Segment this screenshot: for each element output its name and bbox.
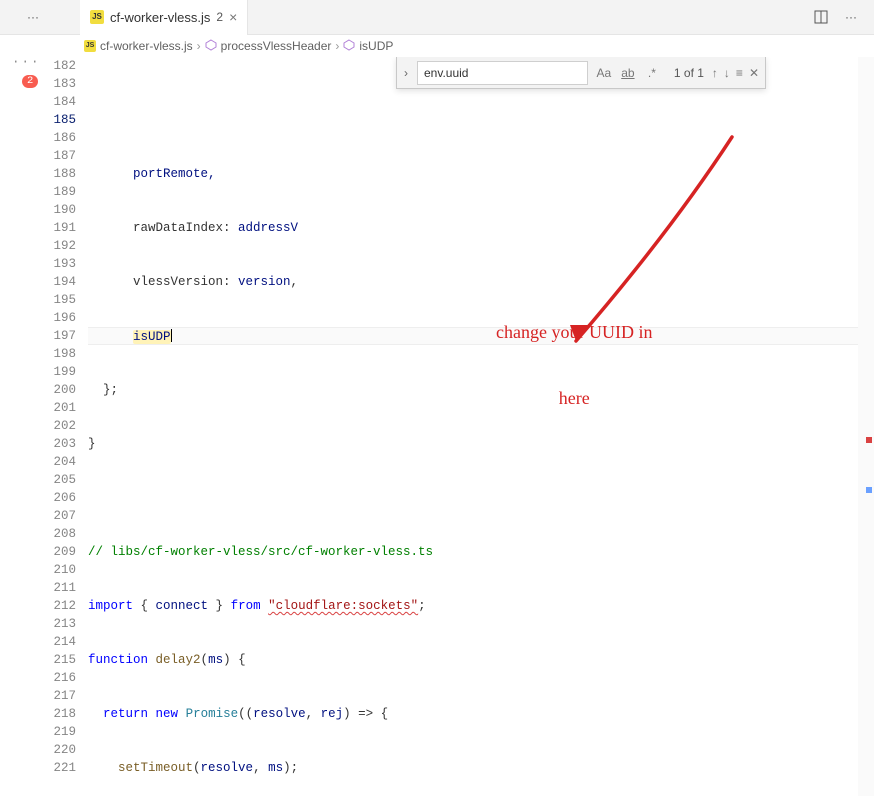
line-number[interactable]: 183 [40,75,76,93]
text-caret [171,329,172,342]
tab-dirty-count: 2 [216,10,223,24]
line-number[interactable]: 201 [40,399,76,417]
split-editor-icon[interactable] [810,6,832,28]
find-next-icon[interactable]: ↓ [724,64,730,82]
line-number[interactable]: 215 [40,651,76,669]
line-number[interactable]: 194 [40,273,76,291]
chevron-right-icon: › [197,39,201,53]
line-number[interactable]: 209 [40,543,76,561]
editor[interactable]: ··· 2 1821831841851861871881891901911921… [0,57,874,796]
line-number[interactable]: 210 [40,561,76,579]
line-number[interactable]: 218 [40,705,76,723]
line-number[interactable]: 184 [40,93,76,111]
tab-file-name: cf-worker-vless.js [110,10,210,25]
overview-ruler[interactable] [858,57,874,796]
line-number[interactable]: 207 [40,507,76,525]
annotation-overlay: change your UUID in here [496,211,652,497]
line-number[interactable]: 212 [40,597,76,615]
line-number-gutter: 1821831841851861871881891901911921931941… [40,57,88,796]
breadcrumb-file[interactable]: cf-worker-vless.js [100,39,193,53]
breadcrumb-symbol-1[interactable]: processVlessHeader [221,39,332,53]
breadcrumb[interactable]: cf-worker-vless.js › processVlessHeader … [0,35,874,57]
find-match-word[interactable]: ab [618,64,638,82]
code-line[interactable] [88,489,874,507]
line-number[interactable]: 219 [40,723,76,741]
line-number[interactable]: 211 [40,579,76,597]
line-number[interactable]: 214 [40,633,76,651]
error-badge[interactable]: 2 [22,75,38,88]
overview-info-marker[interactable] [866,487,872,493]
line-number[interactable]: 213 [40,615,76,633]
code-line[interactable]: } [88,435,874,453]
line-number[interactable]: 204 [40,453,76,471]
js-file-icon [84,40,96,52]
line-number[interactable]: 200 [40,381,76,399]
find-match-case[interactable]: Aa [594,64,614,82]
code-line[interactable]: portRemote, [88,165,874,183]
chevron-right-icon: › [335,39,339,53]
line-number[interactable]: 197 [40,327,76,345]
line-number[interactable]: 186 [40,129,76,147]
line-number[interactable]: 185 [40,111,76,129]
line-number[interactable]: 202 [40,417,76,435]
overview-error-marker[interactable] [866,437,872,443]
line-number[interactable]: 188 [40,165,76,183]
breadcrumb-symbol-2[interactable]: isUDP [359,39,393,53]
code-line[interactable]: rawDataIndex: addressV [88,219,874,237]
line-number[interactable]: 187 [40,147,76,165]
line-number[interactable]: 198 [40,345,76,363]
find-input[interactable]: env.uuid [417,61,588,85]
line-number[interactable]: 190 [40,201,76,219]
method-icon [205,39,217,54]
code-line[interactable]: // libs/cf-worker-vless/src/cf-worker-vl… [88,543,874,561]
find-widget: › env.uuid Aa ab .* 1 of 1 ↑ ↓ ≡ ✕ [396,57,766,89]
line-number[interactable]: 191 [40,219,76,237]
line-number[interactable]: 193 [40,255,76,273]
line-number[interactable]: 217 [40,687,76,705]
line-number[interactable]: 216 [40,669,76,687]
line-number[interactable]: 199 [40,363,76,381]
line-number[interactable]: 208 [40,525,76,543]
line-number[interactable]: 195 [40,291,76,309]
find-regex[interactable]: .* [642,64,662,82]
line-number[interactable]: 205 [40,471,76,489]
code-line[interactable]: vlessVersion: version, [88,273,874,291]
code-line[interactable]: function delay2(ms) { [88,651,874,669]
tab-overflow-icon[interactable]: ··· [22,6,44,28]
method-icon [343,39,355,54]
js-file-icon [90,10,104,24]
line-number[interactable]: 221 [40,759,76,777]
find-close-icon[interactable]: ✕ [749,64,759,82]
find-prev-icon[interactable]: ↑ [712,64,718,82]
line-number[interactable]: 189 [40,183,76,201]
line-number[interactable]: 206 [40,489,76,507]
tab-active[interactable]: cf-worker-vless.js 2 × [80,0,248,35]
find-count: 1 of 1 [674,64,704,82]
tab-strip: ··· cf-worker-vless.js 2 × ··· [0,0,874,35]
overflow-icon[interactable]: ··· [12,53,41,71]
code-line[interactable]: setTimeout(resolve, ms); [88,759,874,777]
find-filter-icon[interactable]: ≡ [736,64,743,82]
line-number[interactable]: 192 [40,237,76,255]
code-line-current[interactable]: isUDP [88,327,874,345]
line-number[interactable]: 220 [40,741,76,759]
code-line[interactable]: import { connect } from "cloudflare:sock… [88,597,874,615]
code-line[interactable]: return new Promise((resolve, rej) => { [88,705,874,723]
line-number[interactable]: 182 [40,57,76,75]
code-line[interactable]: }; [88,381,874,399]
more-actions-icon[interactable]: ··· [840,6,862,28]
find-toggle-replace[interactable]: › [397,57,415,88]
close-icon[interactable]: × [229,9,237,25]
line-number[interactable]: 196 [40,309,76,327]
line-number[interactable]: 203 [40,435,76,453]
glyph-margin: ··· 2 [0,57,40,796]
